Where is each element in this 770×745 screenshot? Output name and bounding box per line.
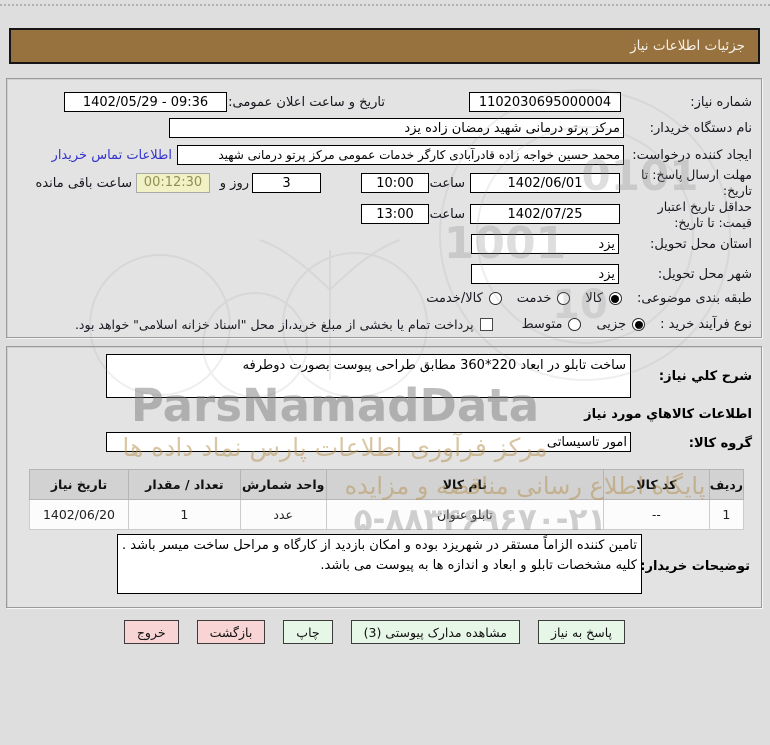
- countdown-timer: 00:12:30: [136, 173, 210, 193]
- subject-class-label: طبقه بندی موضوعی:: [636, 291, 752, 306]
- reply-deadline-date-field[interactable]: [470, 173, 620, 193]
- days-and-label: روز و: [219, 176, 249, 191]
- need-number-label: شماره نیاز:: [690, 95, 752, 110]
- need-desc-label: شرح کلي نیاز:: [658, 369, 752, 384]
- col-goods-name: نام کالا: [325, 469, 605, 500]
- cell-need-date: 1402/06/20: [29, 499, 129, 530]
- page-title-bar: جزئیات اطلاعات نیاز: [9, 28, 760, 64]
- view-attachments-button[interactable]: مشاهده مدارک پیوستی (3): [350, 620, 520, 644]
- col-quantity: تعداد / مقدار: [127, 469, 241, 500]
- radio-minor-icon[interactable]: [632, 318, 646, 331]
- goods-info-panel: شرح کلي نیاز: ساخت تابلو در ابعاد 220*36…: [6, 346, 762, 608]
- price-validity-time-field[interactable]: [361, 204, 429, 224]
- goods-section-header: اطلاعات کالاهاي مورد نیاز: [584, 407, 752, 422]
- city-field[interactable]: [471, 264, 619, 284]
- top-dotted-divider: [0, 4, 770, 6]
- announce-datetime-label: تاریخ و ساعت اعلان عمومی:: [228, 95, 385, 110]
- radio-medium-label: متوسط: [521, 317, 563, 332]
- announce-datetime-field[interactable]: [64, 92, 227, 112]
- remaining-days-field[interactable]: [252, 173, 321, 193]
- need-desc-textarea[interactable]: ساخت تابلو در ابعاد 220*360 مطابق طراحی …: [106, 354, 631, 398]
- exit-button[interactable]: خروج: [123, 620, 179, 644]
- need-info-panel: شماره نیاز: تاریخ و ساعت اعلان عمومی: نا…: [6, 78, 762, 338]
- treasury-payment-option[interactable]: پرداخت تمام یا بخشی از مبلغ خرید،از محل …: [75, 317, 493, 332]
- reply-deadline-time-field[interactable]: [361, 173, 429, 193]
- radio-medium-icon[interactable]: [568, 318, 582, 331]
- buyer-notes-textarea[interactable]: تامین کننده الزاماً مستقر در شهریزد بوده…: [117, 534, 642, 594]
- province-label: استان محل تحویل:: [650, 237, 752, 252]
- radio-goods-label: کالا: [585, 291, 603, 306]
- goods-group-field[interactable]: [106, 432, 631, 452]
- radio-goods-service-label: کالا/خدمت: [426, 291, 483, 306]
- cell-goods-code: --: [603, 499, 710, 530]
- price-validity-hour-label: ساعت: [429, 207, 465, 222]
- city-label: شهر محل تحویل:: [657, 267, 752, 282]
- cell-unit: عدد: [239, 499, 327, 530]
- purchase-option-medium[interactable]: متوسط: [522, 317, 582, 332]
- price-validity-label: حداقل تاریخ اعتبار قیمت: تا تاریخ:: [657, 199, 752, 231]
- cell-row-number: 1: [708, 499, 745, 530]
- subject-class-row: طبقه بندی موضوعی: کالا خدمت کالا/خدمت: [426, 291, 752, 306]
- print-button[interactable]: چاپ: [283, 620, 333, 644]
- subject-option-service[interactable]: خدمت: [517, 291, 571, 306]
- cell-quantity: 1: [127, 499, 241, 530]
- purchase-type-row: نوع فرآیند خرید : جزیی متوسط پرداخت تمام…: [75, 317, 752, 332]
- buyer-org-field[interactable]: [169, 118, 624, 138]
- radio-goods-service-icon[interactable]: [488, 292, 502, 305]
- subject-option-goods[interactable]: کالا: [585, 291, 622, 306]
- back-button[interactable]: بازگشت: [196, 620, 266, 644]
- purchase-type-label: نوع فرآیند خرید :: [660, 317, 752, 332]
- buyer-org-label: نام دستگاه خریدار:: [649, 121, 752, 136]
- action-buttons-row: پاسخ به نیاز مشاهده مدارک پیوستی (3) چاپ…: [123, 620, 625, 644]
- goods-table-header-row: ردیف کد کالا نام کالا واحد شمارش تعداد /…: [29, 469, 745, 500]
- subject-option-goods-service[interactable]: کالا/خدمت: [426, 291, 502, 306]
- buyer-notes-label: توضیحات خریدار:: [640, 559, 750, 574]
- goods-table: ردیف کد کالا نام کالا واحد شمارش تعداد /…: [29, 469, 745, 530]
- buyer-contact-link[interactable]: اطلاعات تماس خریدار: [52, 148, 172, 163]
- radio-minor-label: جزیی: [596, 317, 627, 332]
- page-title: جزئیات اطلاعات نیاز: [630, 38, 745, 54]
- treasury-checkbox-icon[interactable]: [479, 318, 493, 331]
- request-creator-label: ایجاد کننده درخواست:: [632, 148, 752, 163]
- reply-to-need-button[interactable]: پاسخ به نیاز: [537, 620, 625, 644]
- col-need-date: تاریخ نیاز: [29, 469, 129, 500]
- goods-group-label: گروه کالا:: [688, 436, 752, 451]
- need-details-page: { "title_bar": { "text": "جزئیات اطلاعات…: [0, 0, 770, 745]
- col-goods-code: کد کالا: [603, 469, 710, 500]
- radio-goods-icon[interactable]: [608, 292, 622, 305]
- cell-goods-name: تابلو عنوان: [325, 499, 605, 530]
- reply-deadline-hour-label: ساعت: [429, 176, 465, 191]
- reply-deadline-label: مهلت ارسال پاسخ: تا تاریخ:: [641, 167, 752, 199]
- request-creator-field[interactable]: [177, 145, 624, 165]
- radio-service-label: خدمت: [516, 291, 552, 306]
- price-validity-date-field[interactable]: [470, 204, 620, 224]
- col-row-number: ردیف: [708, 469, 745, 500]
- table-row: 1 -- تابلو عنوان عدد 1 1402/06/20: [29, 499, 745, 530]
- col-unit: واحد شمارش: [239, 469, 327, 500]
- purchase-option-minor[interactable]: جزیی: [596, 317, 646, 332]
- treasury-checkbox-label: پرداخت تمام یا بخشی از مبلغ خرید،از محل …: [74, 317, 474, 332]
- hours-remaining-label: ساعت باقی مانده: [35, 176, 132, 191]
- radio-service-icon[interactable]: [557, 292, 571, 305]
- province-field[interactable]: [471, 234, 619, 254]
- need-number-field[interactable]: [469, 92, 621, 112]
